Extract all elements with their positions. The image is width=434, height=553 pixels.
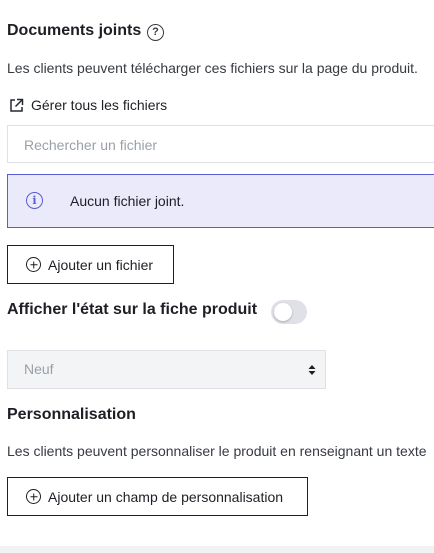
manage-files-label: Gérer tous les fichiers: [31, 97, 168, 113]
show-condition-label: Afficher l'état sur la fiche produit: [7, 301, 258, 318]
add-customization-button[interactable]: Ajouter un champ de personnalisation: [7, 477, 308, 516]
show-condition-toggle[interactable]: [271, 300, 307, 324]
attachments-description: Les clients peuvent télécharger ces fich…: [7, 60, 418, 76]
manage-files-link[interactable]: Gérer tous les fichiers: [9, 97, 167, 113]
customization-title: Personnalisation: [7, 406, 136, 423]
attachments-title: Documents joints: [7, 22, 142, 39]
plus-circle-icon: [26, 489, 41, 504]
add-file-button[interactable]: Ajouter un fichier: [7, 245, 174, 284]
condition-select[interactable]: Neuf: [7, 350, 326, 389]
toggle-knob: [274, 303, 292, 321]
empty-attachments-alert: i Aucun fichier joint.: [7, 174, 434, 228]
info-icon: i: [26, 192, 43, 209]
sort-arrows-icon: [308, 365, 316, 375]
external-link-icon: [10, 98, 24, 112]
add-file-label: Ajouter un fichier: [48, 256, 154, 273]
search-file-input[interactable]: Rechercher un fichier: [7, 125, 434, 163]
plus-circle-icon: [26, 257, 41, 272]
help-icon[interactable]: ?: [147, 24, 164, 41]
customization-description: Les clients peuvent personnaliser le pro…: [7, 443, 427, 459]
bottom-divider: [0, 546, 434, 553]
empty-attachments-text: Aucun fichier joint.: [70, 193, 185, 209]
add-customization-label: Ajouter un champ de personnalisation: [48, 488, 284, 505]
condition-select-value: Neuf: [24, 361, 54, 377]
